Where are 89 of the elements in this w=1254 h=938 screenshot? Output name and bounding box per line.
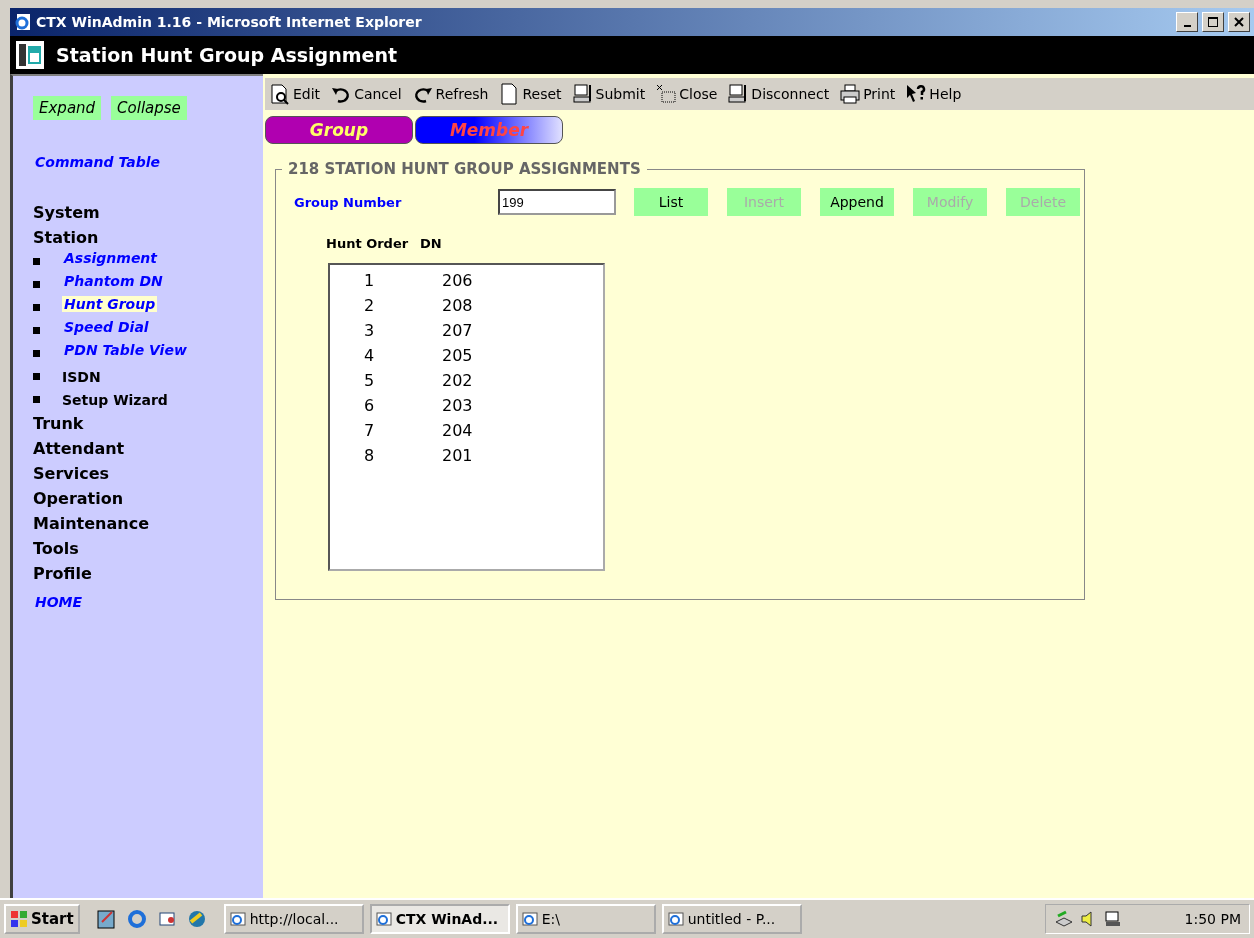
list-cell-text: 3 [363,321,376,342]
toolbar-button[interactable]: Cancel [330,83,402,105]
browser-icon[interactable] [125,908,148,930]
printer-icon [839,83,862,105]
window-icon [229,911,246,927]
close-icon [1234,17,1244,27]
dotted-grid-icon [655,83,678,105]
panel-title: 218 STATION HUNT GROUP ASSIGNMENTS [287,160,642,178]
toolbar-button[interactable]: Edit [269,83,321,105]
column-header: Hunt Order [326,236,410,251]
list-cell-text: 7 [363,421,376,442]
toolbar-button[interactable]: Refresh [411,83,489,105]
home-link[interactable]: HOME [33,594,85,610]
nav-section[interactable]: Station [33,225,263,250]
start-button[interactable]: Start [4,904,80,934]
page-title: Station Hunt Group Assignment [56,44,398,66]
taskbar-button[interactable]: untitled - P... [661,904,802,934]
list-box[interactable]: 1 206 2 208 3 207 4 205 5 202 6 203 7 204 8 201 [328,263,605,571]
toolbar-button[interactable]: Print [839,83,896,105]
list-cell-text: 8 [363,446,376,467]
list-cell-text: 2 [363,296,376,317]
list-cell-text: 207 [442,321,474,342]
list-cell-text: 204 [442,421,474,442]
nav-section[interactable]: Maintenance [33,511,263,536]
nav-link[interactable]: Speed Dial [62,319,151,335]
collapse-button[interactable]: Collapse [111,96,187,120]
nav-link[interactable]: Assignment [62,250,160,266]
bullet-icon [33,327,40,334]
nav-item[interactable]: ISDN [62,368,101,385]
list-cell-text: 202 [442,371,474,392]
field-label: Group Number [294,194,403,210]
list-cell-text: 203 [442,396,474,417]
nav-link[interactable]: PDN Table View [62,342,189,358]
nav-section[interactable]: Attendant [33,436,263,461]
browser-icon [14,13,32,31]
list-cell-text: 4 [363,346,376,367]
toolbar-button[interactable]: Help [905,83,962,105]
bullet-icon [33,304,40,311]
input-field[interactable]: 199 [498,189,616,215]
taskbar-button[interactable]: http://local... [223,904,364,934]
minimize-button[interactable] [1176,12,1198,32]
toolbar-button[interactable]: Disconnect [727,83,830,105]
bullet-icon [33,258,40,265]
magnifier-page-icon [269,83,291,105]
window-icon [375,911,392,927]
nav-section[interactable]: System [33,200,263,225]
toolbar-button[interactable]: Reset [498,83,562,105]
nav-link[interactable]: Hunt Group [62,296,158,312]
action-button[interactable]: Append [820,188,894,216]
nav-section[interactable]: Operation [33,486,263,511]
action-button[interactable]: List [634,188,708,216]
minimize-icon [1183,24,1191,27]
clock: 1:50 PM [1184,911,1241,927]
expand-button[interactable]: Expand [33,96,102,120]
list-cell-text: 201 [442,446,474,467]
maximize-button[interactable] [1202,12,1224,32]
nav-item[interactable]: Setup Wizard [62,391,168,408]
list-cell-text: 6 [363,396,376,417]
computer-icon [571,83,594,105]
nav-section[interactable]: Services [33,461,263,486]
bullet-icon [33,281,40,288]
bullet-icon [33,396,40,403]
column-header: DN [420,236,443,251]
windows-flag-icon [10,910,28,928]
nav-link[interactable]: Phantom DN [62,273,165,289]
maximize-icon [1208,17,1218,27]
window-icon [521,911,538,927]
nav-link[interactable]: Command Table [33,154,163,170]
list-cell-text: 208 [442,296,474,317]
nav-section[interactable]: Profile [33,561,263,586]
taskbar-button[interactable]: E:\ [515,904,656,934]
list-cell-text: 205 [442,346,474,367]
notepad-icon[interactable] [95,908,118,930]
taskbar-button[interactable]: CTX WinAd... [369,904,510,934]
bullet-icon [33,373,40,380]
bullet-icon [33,350,40,357]
nav-section[interactable]: Tools [33,536,263,561]
pointer-question-icon [905,83,928,105]
computer-icon[interactable] [1104,910,1122,928]
list-cell-text: 1 [363,271,376,292]
toolbar-button[interactable]: Close [655,83,718,105]
tab[interactable]: Group [265,116,413,144]
list-cell-text: 5 [363,371,376,392]
window-icon [667,911,684,927]
list-cell-text: 206 [442,271,474,292]
nav-section[interactable]: Trunk [33,411,263,436]
window-title: CTX WinAdmin 1.16 - Microsoft Internet Explorer [36,14,423,30]
close-button[interactable] [1228,12,1250,32]
toolbar-button[interactable]: Submit [571,83,646,105]
